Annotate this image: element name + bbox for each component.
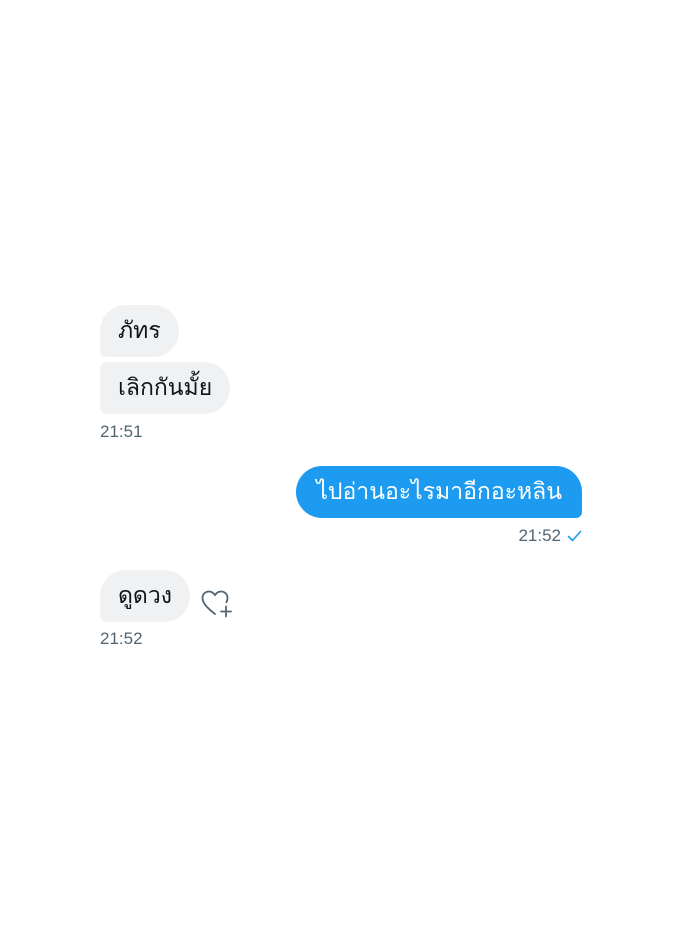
add-reaction-button[interactable] (200, 588, 234, 620)
message-bubble-incoming[interactable]: เลิกกันมั้ย (100, 362, 231, 414)
message-text: เลิกกันมั้ย (118, 374, 213, 401)
message-bubble-incoming[interactable]: ภัทร (100, 305, 179, 357)
message-status-row: 21:52 (518, 526, 582, 546)
check-icon (567, 526, 582, 546)
message-bubble-outgoing[interactable]: ไปอ่านอะไรมาอีกอะหลิน (296, 466, 582, 518)
message-bubble-incoming[interactable]: ดูดวง (100, 570, 191, 622)
message-timestamp: 21:51 (100, 422, 143, 441)
message-text: ภัทร (118, 317, 161, 344)
message-text: ไปอ่านอะไรมาอีกอะหลิน (316, 478, 562, 505)
message-text: ดูดวง (118, 582, 173, 609)
message-timestamp: 21:52 (518, 526, 561, 545)
message-timestamp: 21:52 (100, 629, 143, 648)
heart-plus-icon (201, 590, 232, 618)
